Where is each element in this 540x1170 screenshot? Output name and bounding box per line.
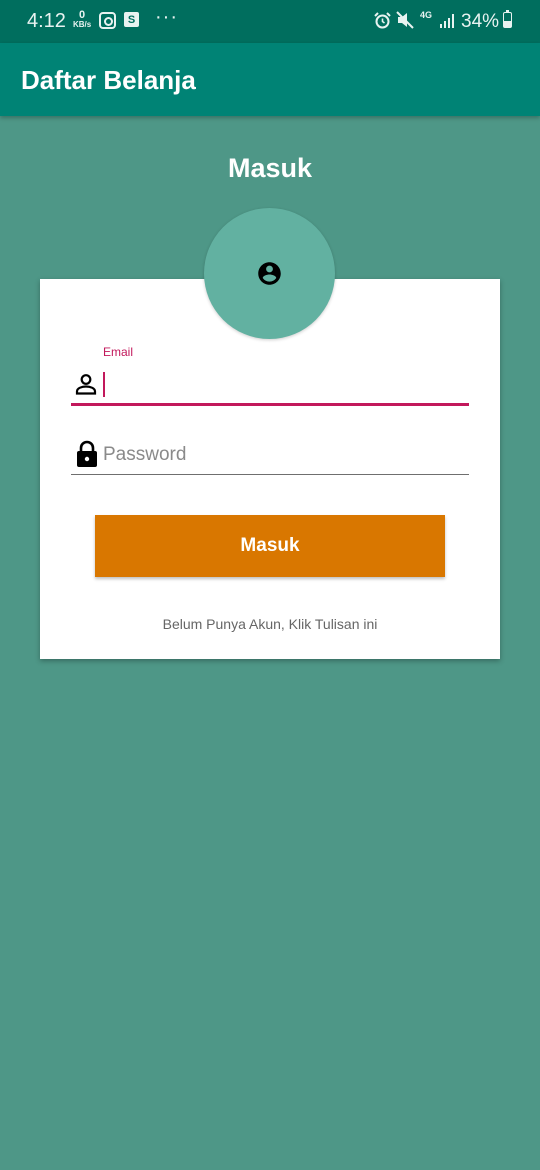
more-notifications-icon: ··· xyxy=(155,6,178,28)
signal-icon xyxy=(439,13,455,34)
shopping-bag-icon: S xyxy=(124,12,139,27)
person-icon xyxy=(75,373,97,400)
data-rate-value: 0 xyxy=(79,9,86,21)
alarm-icon xyxy=(374,12,391,34)
data-rate-unit: KB/s xyxy=(73,20,92,29)
status-bar: 4:12 0 KB/s S ··· 4G 34% xyxy=(0,0,540,43)
instagram-icon xyxy=(99,12,116,29)
page-title: Masuk xyxy=(227,153,313,183)
battery-icon xyxy=(503,10,512,28)
password-field-underline xyxy=(71,474,469,475)
app-bar: Daftar Belanja xyxy=(0,43,540,116)
status-time: 4:12 xyxy=(27,10,66,32)
network-type: 4G xyxy=(420,10,433,20)
login-button[interactable]: Masuk xyxy=(95,515,445,577)
email-field[interactable] xyxy=(103,372,105,397)
password-field[interactable]: Password xyxy=(103,444,186,466)
lock-icon xyxy=(76,440,98,473)
app-title: Daftar Belanja xyxy=(21,65,196,95)
battery-percent: 34% xyxy=(461,11,500,32)
email-label: Email xyxy=(103,345,134,359)
email-field-underline xyxy=(71,403,469,406)
avatar xyxy=(204,208,335,339)
data-rate-indicator: 0 KB/s xyxy=(73,9,92,30)
vibrate-mute-icon xyxy=(396,11,414,34)
account-circle-icon xyxy=(258,262,281,285)
register-link[interactable]: Belum Punya Akun, Klik Tulisan ini xyxy=(40,616,500,632)
